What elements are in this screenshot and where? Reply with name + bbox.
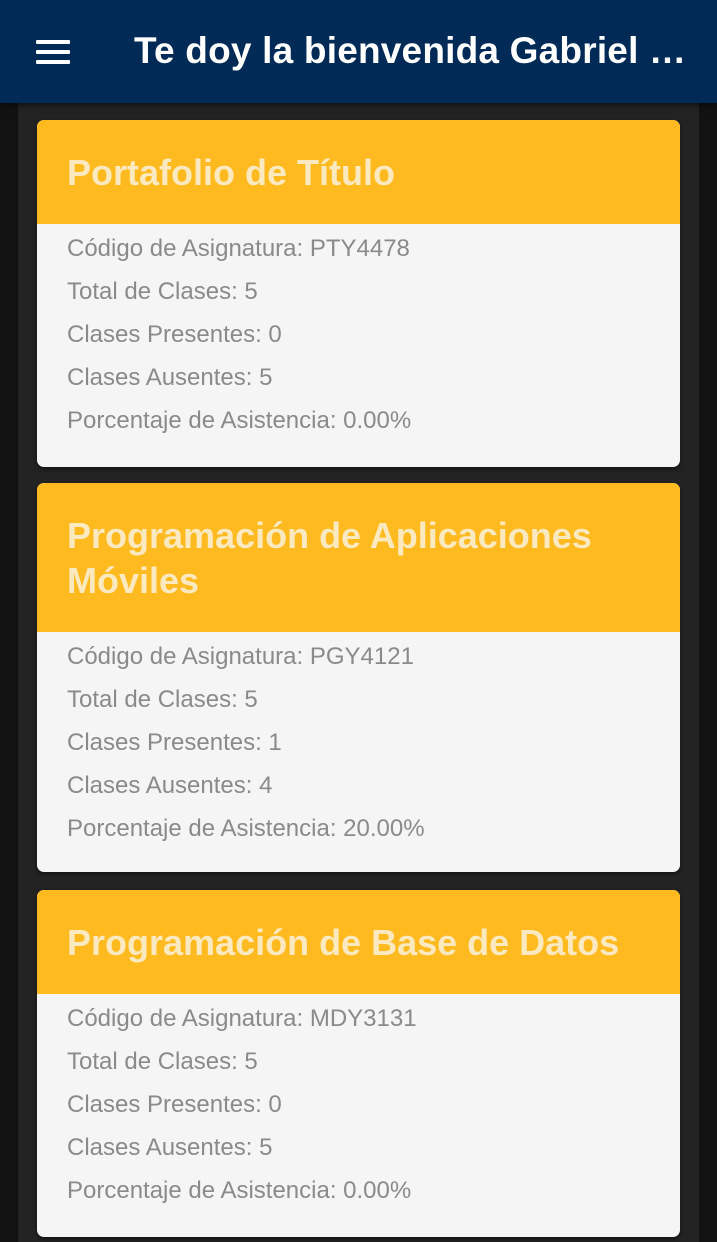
present-classes: Clases Presentes: 0 — [67, 1091, 282, 1118]
menu-button[interactable] — [24, 26, 80, 78]
course-title: Programación de Base de Datos — [67, 921, 620, 963]
absent-classes: Clases Ausentes: 4 — [67, 772, 273, 799]
course-card-header: Portafolio de Título — [37, 120, 680, 224]
course-card[interactable]: Programación de Aplicaciones Móviles Cód… — [37, 483, 680, 872]
present-classes: Clases Presentes: 0 — [67, 321, 282, 348]
course-card-body: Código de Asignatura: MDY3131 Total de C… — [37, 994, 680, 1237]
course-title: Programación de Aplicaciones Móviles — [67, 514, 592, 601]
course-code: Código de Asignatura: PGY4121 — [67, 643, 414, 670]
present-classes: Clases Presentes: 1 — [67, 729, 282, 756]
course-list[interactable]: Portafolio de Título Código de Asignatur… — [18, 103, 699, 1242]
course-card-body: Código de Asignatura: PTY4478 Total de C… — [37, 224, 680, 467]
attendance-percentage: Porcentaje de Asistencia: 20.00% — [67, 815, 425, 842]
attendance-percentage: Porcentaje de Asistencia: 0.00% — [67, 407, 412, 434]
absent-classes: Clases Ausentes: 5 — [67, 364, 273, 391]
total-classes: Total de Clases: 5 — [67, 686, 258, 713]
app-toolbar: Te doy la bienvenida Gabriel O... — [0, 0, 717, 103]
total-classes: Total de Clases: 5 — [67, 1048, 258, 1075]
total-classes: Total de Clases: 5 — [67, 278, 258, 305]
course-code: Código de Asignatura: PTY4478 — [67, 235, 410, 262]
course-code: Código de Asignatura: MDY3131 — [67, 1005, 417, 1032]
course-card-body: Código de Asignatura: PGY4121 Total de C… — [37, 632, 680, 872]
attendance-percentage: Porcentaje de Asistencia: 0.00% — [67, 1177, 412, 1204]
course-card[interactable]: Portafolio de Título Código de Asignatur… — [37, 120, 680, 467]
absent-classes: Clases Ausentes: 5 — [67, 1134, 273, 1161]
course-card-header: Programación de Base de Datos — [37, 890, 680, 994]
page-title: Te doy la bienvenida Gabriel O... — [134, 30, 694, 71]
course-title: Portafolio de Título — [67, 151, 395, 193]
course-card-header: Programación de Aplicaciones Móviles — [37, 483, 680, 632]
course-card[interactable]: Programación de Base de Datos Código de … — [37, 890, 680, 1237]
